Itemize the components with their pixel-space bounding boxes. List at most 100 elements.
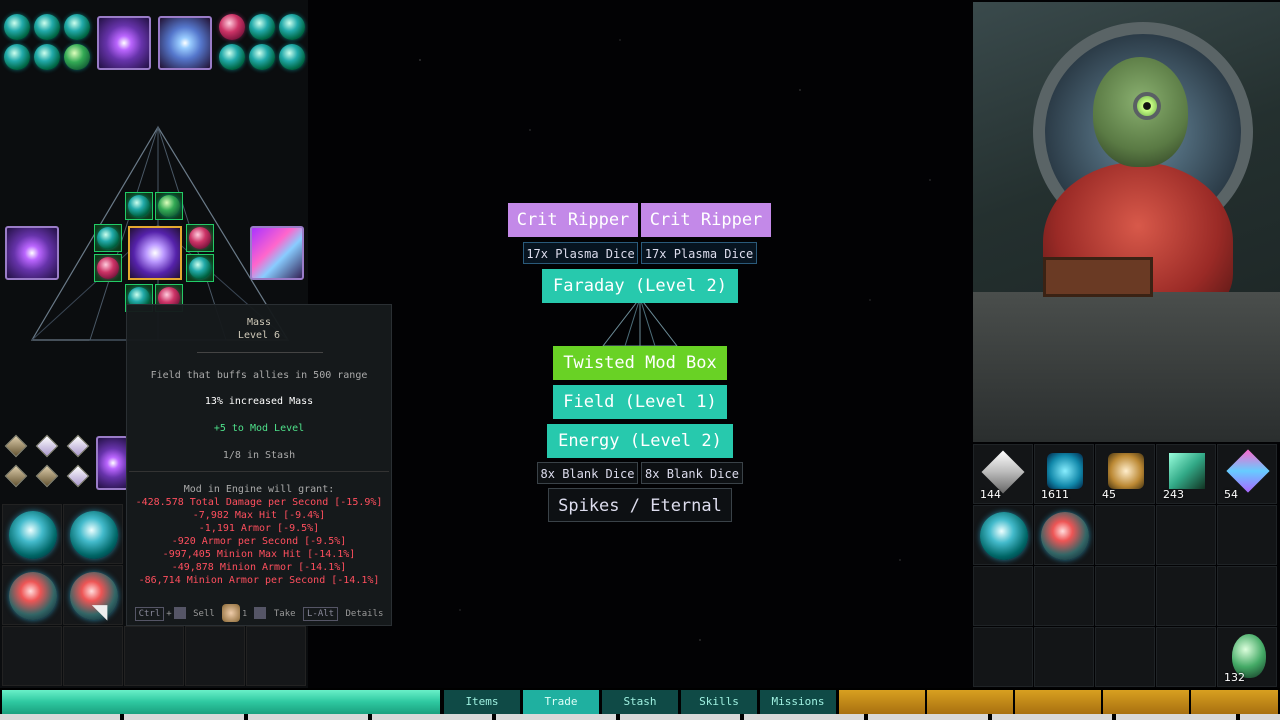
mod-orb[interactable] (249, 44, 275, 70)
engine-card[interactable] (96, 436, 128, 490)
side-card-right[interactable] (250, 226, 304, 280)
inventory-slot[interactable] (973, 627, 1033, 687)
tooltip-title: Mass (246, 317, 272, 328)
tab-trade[interactable]: Trade (523, 690, 599, 714)
mod-orb[interactable] (34, 44, 60, 70)
plasma-dice-label[interactable]: 17x Plasma Dice (641, 242, 757, 264)
inventory-slot[interactable]: 144 (973, 444, 1033, 504)
engine-core-slot[interactable] (128, 226, 182, 280)
mod-orb[interactable] (279, 14, 305, 40)
dice-gem-icon[interactable] (4, 434, 28, 458)
side-card-left[interactable] (5, 226, 59, 280)
tooltip-divider (197, 352, 323, 353)
plus-sign: + (166, 608, 172, 619)
energy-label[interactable]: Energy (Level 2) (547, 424, 733, 458)
inventory-slot[interactable] (973, 566, 1033, 626)
prism-dice-icon (1226, 449, 1270, 493)
inventory-slot[interactable] (63, 504, 123, 564)
inventory-slot[interactable] (1034, 627, 1094, 687)
engine-slot[interactable] (155, 192, 183, 220)
inventory-slot[interactable] (1217, 505, 1277, 565)
mouse-right-icon (254, 607, 267, 619)
inventory-slot[interactable] (124, 626, 184, 686)
engine-slot[interactable] (186, 224, 214, 252)
faraday-label[interactable]: Faraday (Level 2) (542, 269, 738, 303)
mod-orb (9, 572, 57, 620)
inventory-slot[interactable]: 1611 (1034, 444, 1094, 504)
tooltip-stat: 13% increased Mass (204, 396, 314, 407)
twisted-mod-box-label[interactable]: Twisted Mod Box (553, 346, 727, 380)
engine-card[interactable] (158, 16, 212, 70)
tooltip-grant-line: -428.578 Total Damage per Second [-15.9%… (135, 497, 383, 508)
engine-slot[interactable] (94, 254, 122, 282)
tab-skills[interactable]: Skills (681, 690, 757, 714)
inventory-slot[interactable] (1034, 505, 1094, 565)
inventory-slot[interactable] (1217, 566, 1277, 626)
inventory-slot[interactable] (1095, 566, 1155, 626)
tab-missions[interactable]: Missions (760, 690, 836, 714)
mod-orb (128, 195, 150, 217)
mod-orb[interactable] (219, 14, 245, 40)
inventory-slot[interactable] (63, 565, 123, 625)
field-label[interactable]: Field (Level 1) (553, 385, 727, 419)
dice-gem-icon[interactable] (66, 464, 90, 488)
plasma-dice-label[interactable]: 17x Plasma Dice (523, 242, 638, 264)
tooltip-stash-count: 1/8 in Stash (222, 450, 296, 461)
mod-orb[interactable] (249, 14, 275, 40)
crit-ripper-label[interactable]: Crit Ripper (641, 203, 771, 237)
inventory-slot[interactable] (1156, 505, 1216, 565)
blank-dice-label[interactable]: 8x Blank Dice (537, 462, 638, 484)
engine-slot[interactable] (125, 192, 153, 220)
tooltip-divider (129, 471, 389, 472)
resource-bar-segment (927, 690, 1013, 714)
inventory-slot[interactable] (63, 626, 123, 686)
tooltip-grant-line: -7,982 Max Hit [-9.4%] (192, 510, 326, 521)
item-count: 144 (980, 488, 1001, 501)
mod-orb[interactable] (219, 44, 245, 70)
item-count: 54 (1224, 488, 1238, 501)
engine-slot[interactable] (186, 254, 214, 282)
inventory-slot[interactable]: 132 (1217, 627, 1277, 687)
mouse-left-icon (173, 607, 186, 619)
inventory-slot[interactable] (246, 626, 306, 686)
inventory-slot[interactable] (1034, 566, 1094, 626)
gold-dice-icon (1108, 453, 1144, 489)
inventory-slot[interactable] (1095, 627, 1155, 687)
inventory-slot[interactable] (185, 626, 245, 686)
blank-dice-label[interactable]: 8x Blank Dice (641, 462, 743, 484)
inventory-slot[interactable] (1156, 566, 1216, 626)
tab-stash[interactable]: Stash (602, 690, 678, 714)
mod-orb[interactable] (4, 44, 30, 70)
inventory-slot[interactable] (2, 626, 62, 686)
mod-orb[interactable] (34, 14, 60, 40)
dice-gem-icon[interactable] (4, 464, 28, 488)
mod-orb[interactable] (4, 14, 30, 40)
tab-items[interactable]: Items (444, 690, 520, 714)
plasma-dice-icon (1047, 453, 1083, 489)
engine-structure-glyph (601, 297, 679, 347)
mod-orb[interactable] (64, 44, 90, 70)
item-count: 45 (1102, 488, 1116, 501)
dice-gem-icon[interactable] (35, 464, 59, 488)
inventory-slot[interactable]: 54 (1217, 444, 1277, 504)
inventory-slot[interactable] (2, 565, 62, 625)
crit-ripper-label[interactable]: Crit Ripper (508, 203, 638, 237)
dice-gem-icon[interactable] (66, 434, 90, 458)
inventory-slot[interactable]: 243 (1156, 444, 1216, 504)
mod-orb[interactable] (279, 44, 305, 70)
item-count: 243 (1163, 488, 1184, 501)
engine-slot[interactable] (94, 224, 122, 252)
inventory-slot[interactable]: 45 (1095, 444, 1155, 504)
mod-orb (189, 257, 211, 279)
inventory-slot[interactable] (973, 505, 1033, 565)
mod-orb[interactable] (64, 14, 90, 40)
inventory-slot[interactable] (1095, 505, 1155, 565)
inventory-slot[interactable] (1156, 627, 1216, 687)
spikes-eternal-label[interactable]: Spikes / Eternal (548, 488, 732, 522)
engine-card[interactable] (97, 16, 151, 70)
tooltip-grant-line: -997,405 Minion Max Hit [-14.1%] (162, 549, 356, 560)
inventory-slot[interactable] (2, 504, 62, 564)
dice-gem-icon[interactable] (35, 434, 59, 458)
tooltip-grant-line: -920 Armor per Second [-9.5%] (171, 536, 347, 547)
workbench (973, 292, 1280, 442)
